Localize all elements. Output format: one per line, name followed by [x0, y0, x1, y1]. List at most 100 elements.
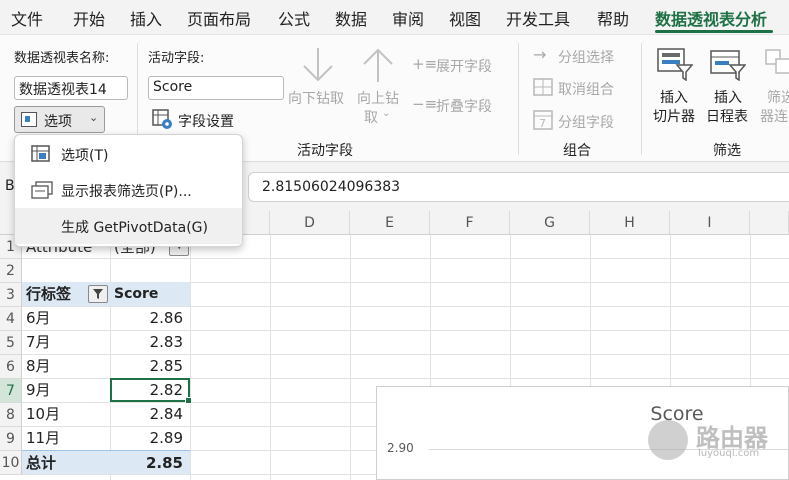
active-field-input[interactable]: Score: [148, 76, 284, 100]
collapse-field-button[interactable]: 折叠字段: [436, 96, 492, 116]
menu-item-label: 生成 GetPivotData(G): [61, 220, 208, 236]
menu-item-label: 选项(T): [61, 148, 109, 164]
options-icon: [21, 112, 37, 127]
collapse-field-icon: −≡: [412, 95, 438, 113]
tab-developer[interactable]: 开发工具: [506, 6, 570, 30]
arrow-right-icon: →: [533, 45, 547, 64]
filter-connections-label-2: 器连: [760, 109, 788, 125]
row-header[interactable]: 10: [0, 451, 22, 475]
svg-text:7: 7: [539, 117, 546, 130]
column-header-j[interactable]: [750, 211, 789, 235]
row-header-selected[interactable]: 7: [0, 379, 22, 403]
tab-file[interactable]: 文件: [11, 6, 43, 30]
pivot-value-header: Score: [110, 282, 190, 306]
active-field-label: 活动字段:: [148, 51, 205, 66]
ungroup-button[interactable]: 取消组合: [558, 79, 614, 99]
pivot-row-value[interactable]: 2.85: [110, 354, 190, 378]
insert-slicer-label-2: 切片器: [653, 109, 695, 125]
column-header-e[interactable]: E: [350, 211, 430, 235]
options-button[interactable]: 选项 ⌄: [14, 106, 105, 133]
menu-item-show-report-filter-pages[interactable]: 显示报表筛选页(P)...: [15, 172, 242, 208]
chevron-down-icon: ⌄: [382, 108, 391, 119]
filter-connections-icon[interactable]: [764, 47, 789, 81]
column-header-i[interactable]: I: [670, 211, 750, 235]
pivot-row-value[interactable]: 2.83: [110, 330, 190, 354]
drill-up-button-line2: 取: [364, 110, 378, 126]
arrow-up-icon: [360, 45, 396, 85]
pivot-name-label: 数据透视表名称:: [14, 51, 110, 66]
row-header[interactable]: 8: [0, 403, 22, 427]
tab-data[interactable]: 数据: [335, 6, 367, 30]
field-settings-icon[interactable]: [152, 109, 174, 131]
active-tab-indicator: [655, 30, 773, 33]
row-header[interactable]: 4: [0, 307, 22, 331]
column-header-d[interactable]: D: [270, 211, 350, 235]
tab-insert[interactable]: 插入: [130, 6, 162, 30]
insert-timeline-label-2: 日程表: [706, 109, 748, 125]
column-header-f[interactable]: F: [430, 211, 510, 235]
insert-slicer-button[interactable]: 插入: [660, 87, 688, 107]
group-separator: [518, 43, 519, 155]
menu-item-options[interactable]: 选项(T): [15, 136, 242, 172]
pivot-row-value[interactable]: 2.84: [110, 402, 190, 426]
expand-field-icon: +≡: [412, 55, 438, 73]
drill-down-button[interactable]: 向下钻取: [288, 88, 344, 108]
row-labels-filter-button[interactable]: [88, 285, 108, 303]
pivot-row-label[interactable]: 10月: [26, 402, 60, 426]
row-header[interactable]: 6: [0, 355, 22, 379]
arrow-down-icon: [300, 45, 336, 85]
tab-view[interactable]: 视图: [449, 6, 481, 30]
insert-timeline-button[interactable]: 插入: [714, 87, 742, 107]
pivot-row-value[interactable]: 2.86: [110, 306, 190, 330]
timeline-icon[interactable]: [710, 47, 747, 82]
slicer-icon[interactable]: [657, 47, 694, 82]
pivot-row-value[interactable]: 2.89: [110, 426, 190, 450]
row-header[interactable]: 2: [0, 259, 22, 283]
filter-icon: [93, 289, 103, 299]
menu-bar: 文件 开始 插入 页面布局 公式 数据 审阅 视图 开发工具 帮助 数据透视表分…: [0, 0, 789, 34]
group-field-button[interactable]: 分组字段: [558, 112, 614, 132]
expand-field-button[interactable]: 展开字段: [436, 56, 492, 76]
chart-y-tick: 2.90: [387, 441, 414, 455]
tab-home[interactable]: 开始: [73, 6, 105, 30]
watermark-url: luyouqi.com: [698, 448, 760, 459]
pivot-row-label[interactable]: 8月: [26, 354, 51, 378]
field-settings-button[interactable]: 字段设置: [178, 111, 234, 131]
pivot-name-input[interactable]: 数据透视表14: [14, 76, 128, 100]
column-header-h[interactable]: H: [590, 211, 670, 235]
report-filter-pages-icon: [31, 181, 53, 199]
formula-input[interactable]: 2.81506024096383: [248, 172, 789, 202]
options-button-label: 选项: [44, 114, 72, 130]
row-header[interactable]: 3: [0, 283, 22, 307]
pivot-total-value[interactable]: 2.85: [110, 450, 190, 474]
selected-cell[interactable]: [110, 378, 192, 404]
ungroup-icon: [533, 78, 553, 96]
filter-connections-button[interactable]: 筛选: [767, 87, 789, 107]
group-label-group: 组合: [563, 143, 591, 159]
group-selection-button[interactable]: 分组选择: [558, 47, 614, 67]
gridline: [350, 235, 351, 480]
pivot-row-label[interactable]: 7月: [26, 330, 51, 354]
name-box[interactable]: B: [0, 172, 15, 202]
router-logo-icon: [648, 420, 688, 460]
pivot-total-label: 总计: [22, 450, 110, 474]
tab-formulas[interactable]: 公式: [278, 6, 310, 30]
pivot-row-label[interactable]: 9月: [26, 378, 51, 402]
group-field-icon: 7: [533, 110, 553, 130]
tab-page-layout[interactable]: 页面布局: [187, 6, 251, 30]
row-header[interactable]: 5: [0, 331, 22, 355]
pivot-row-label[interactable]: 6月: [26, 306, 51, 330]
chevron-down-icon: ⌄: [89, 111, 99, 124]
tab-help[interactable]: 帮助: [597, 6, 629, 30]
menu-item-label: 显示报表筛选页(P)...: [61, 184, 192, 200]
drill-up-button[interactable]: 向上钻: [357, 88, 399, 108]
group-label-active-field: 活动字段: [297, 143, 353, 159]
group-separator: [641, 43, 642, 155]
tab-pivot-analyze[interactable]: 数据透视表分析: [655, 6, 767, 30]
column-header-g[interactable]: G: [510, 211, 590, 235]
tab-review[interactable]: 审阅: [392, 6, 424, 30]
row-header[interactable]: 9: [0, 427, 22, 451]
pivot-row-label[interactable]: 11月: [26, 426, 60, 450]
group-label-filter: 筛选: [713, 143, 741, 159]
menu-item-generate-getpivotdata[interactable]: 生成 GetPivotData(G): [15, 208, 242, 244]
